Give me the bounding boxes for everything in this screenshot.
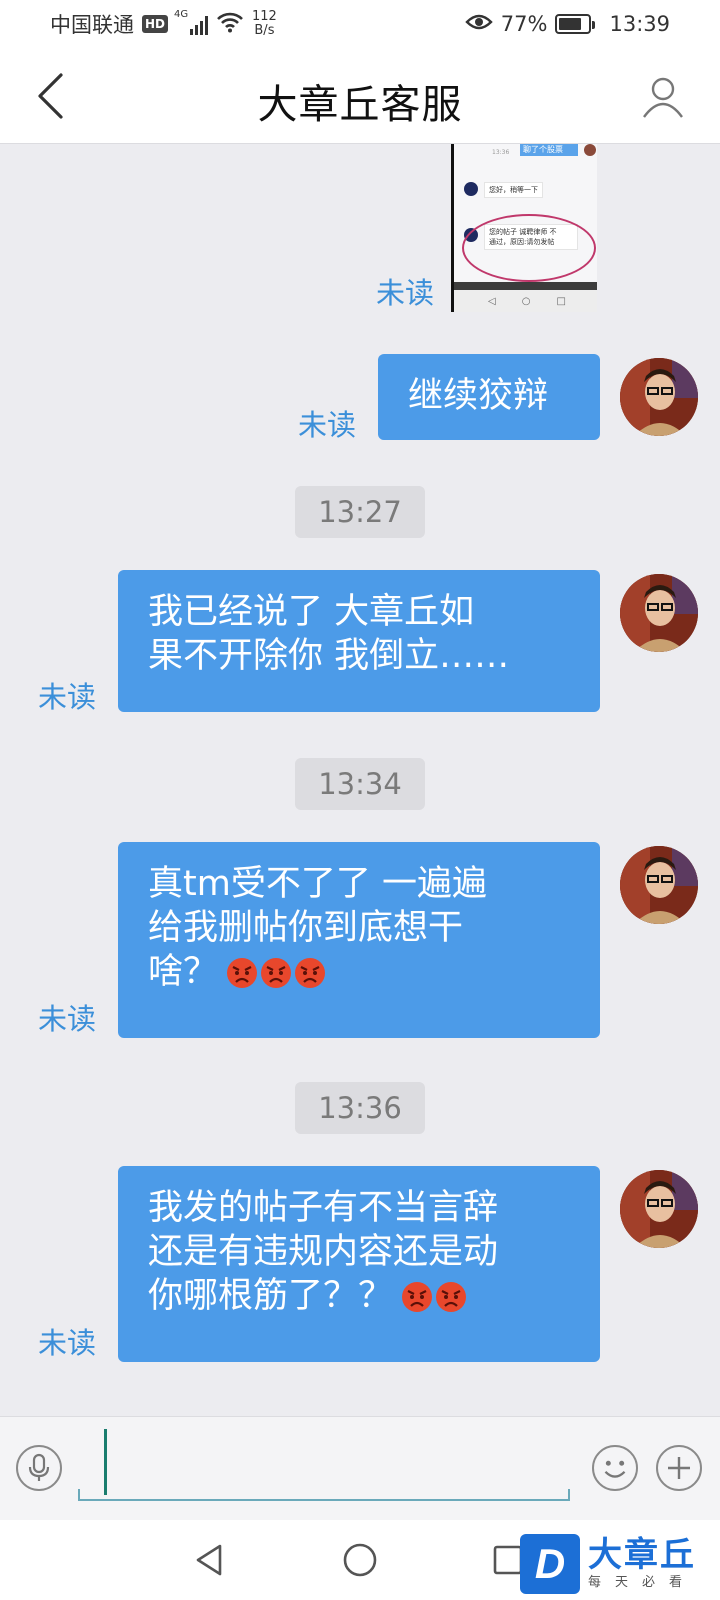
battery-icon <box>555 14 596 34</box>
angry-emoji-group <box>401 1281 467 1313</box>
signal-icon: 4G <box>174 9 209 35</box>
plus-icon <box>668 1457 690 1479</box>
contact-profile-button[interactable] <box>636 70 690 124</box>
eye-icon <box>465 12 493 37</box>
avatar[interactable] <box>620 358 698 436</box>
avatar[interactable] <box>620 846 698 924</box>
nav-home-button[interactable] <box>336 1536 384 1584</box>
message-input[interactable] <box>78 1425 570 1501</box>
unread-status: 未读 <box>376 276 435 310</box>
hd-badge: HD <box>142 15 169 33</box>
microphone-icon <box>28 1453 50 1481</box>
triangle-back-icon <box>196 1544 222 1576</box>
avatar[interactable] <box>620 574 698 652</box>
message-bubble[interactable]: 我发的帖子有不当言辞 还是有违规内容还是动 你哪根筋了？？ <box>118 1166 600 1362</box>
message-line: 我已经说了 大章丘如 <box>148 592 475 632</box>
status-bar: 中国联通 HD 4G 112 B/s 77% 13:39 <box>0 0 720 48</box>
message-bubble[interactable]: 继续狡辩 <box>378 354 600 440</box>
message-bubble[interactable]: 我已经说了 大章丘如 果不开除你 我倒立…… <box>118 570 600 712</box>
page-title: 大章丘客服 <box>257 82 463 128</box>
message-line: 果不开除你 我倒立…… <box>148 636 510 676</box>
logo-name: 大章丘 <box>588 1535 696 1575</box>
message-line: 我发的帖子有不当言辞 <box>148 1188 499 1228</box>
carrier-label: 中国联通 <box>50 13 134 37</box>
speed-unit: B/s <box>254 23 275 38</box>
unread-status: 未读 <box>38 1002 97 1036</box>
speed-value: 112 <box>252 9 277 24</box>
person-icon <box>643 77 683 118</box>
message-input-field[interactable] <box>112 1435 552 1491</box>
angry-face-icon <box>402 1282 433 1312</box>
thumb-nav-bar: ◁ ○ □ <box>454 290 597 312</box>
timestamp: 13:34 <box>295 758 425 810</box>
emoji-button[interactable] <box>592 1445 638 1491</box>
battery-percent: 77% <box>500 12 548 36</box>
message-line: 还是有违规内容还是动 <box>148 1232 499 1272</box>
unread-status: 未读 <box>38 1326 97 1360</box>
angry-emoji-group <box>226 957 326 989</box>
timestamp: 13:36 <box>295 1082 425 1134</box>
timestamp: 13:27 <box>295 486 425 538</box>
message-bubble[interactable]: 真tm受不了了 一遍遍 给我删帖你到底想干 啥？ <box>118 842 600 1038</box>
text-cursor <box>104 1429 107 1495</box>
chat-header: 大章丘客服 <box>0 48 720 144</box>
nav-back-button[interactable] <box>186 1536 234 1584</box>
angry-face-icon <box>295 958 326 988</box>
message-line: 给我删帖你到底想干 <box>148 908 464 948</box>
voice-button[interactable] <box>16 1445 62 1491</box>
message-line: 真tm受不了了 一遍遍 <box>148 864 487 904</box>
clock: 13:39 <box>609 12 670 36</box>
input-bar <box>0 1416 720 1520</box>
network-speed: 112 B/s <box>252 10 277 38</box>
thumb-greeting: 您好，稍等一下 <box>484 182 543 198</box>
watermark-logo: D 大章丘 每天必看 <box>520 1528 720 1600</box>
smiley-icon <box>604 1460 626 1478</box>
thumb-bubble: 聊了个股票 <box>520 144 578 156</box>
logo-slogan: 每天必看 <box>588 1575 697 1590</box>
circle-home-icon <box>343 1543 377 1577</box>
message-list[interactable]: 聊了个股票 13:36 您好，稍等一下 您的帖子 诚聘律师 不 通过，原因:请勿… <box>0 144 720 1416</box>
logo-mark: D <box>520 1534 580 1594</box>
message-text: 继续狡辩 <box>408 376 549 416</box>
unread-status: 未读 <box>38 680 97 714</box>
more-button[interactable] <box>656 1445 702 1491</box>
wifi-icon <box>216 11 244 38</box>
angry-face-icon <box>261 958 292 988</box>
image-message[interactable]: 聊了个股票 13:36 您好，稍等一下 您的帖子 诚聘律师 不 通过，原因:请勿… <box>451 144 597 312</box>
message-line: 啥？ <box>148 952 219 992</box>
unread-status: 未读 <box>298 408 357 442</box>
network-type: 4G <box>174 9 189 20</box>
angry-face-icon <box>227 958 258 988</box>
avatar[interactable] <box>620 1170 698 1248</box>
red-circle-annotation <box>462 214 596 282</box>
angry-face-icon <box>436 1282 467 1312</box>
message-line: 你哪根筋了？？ <box>148 1276 394 1316</box>
